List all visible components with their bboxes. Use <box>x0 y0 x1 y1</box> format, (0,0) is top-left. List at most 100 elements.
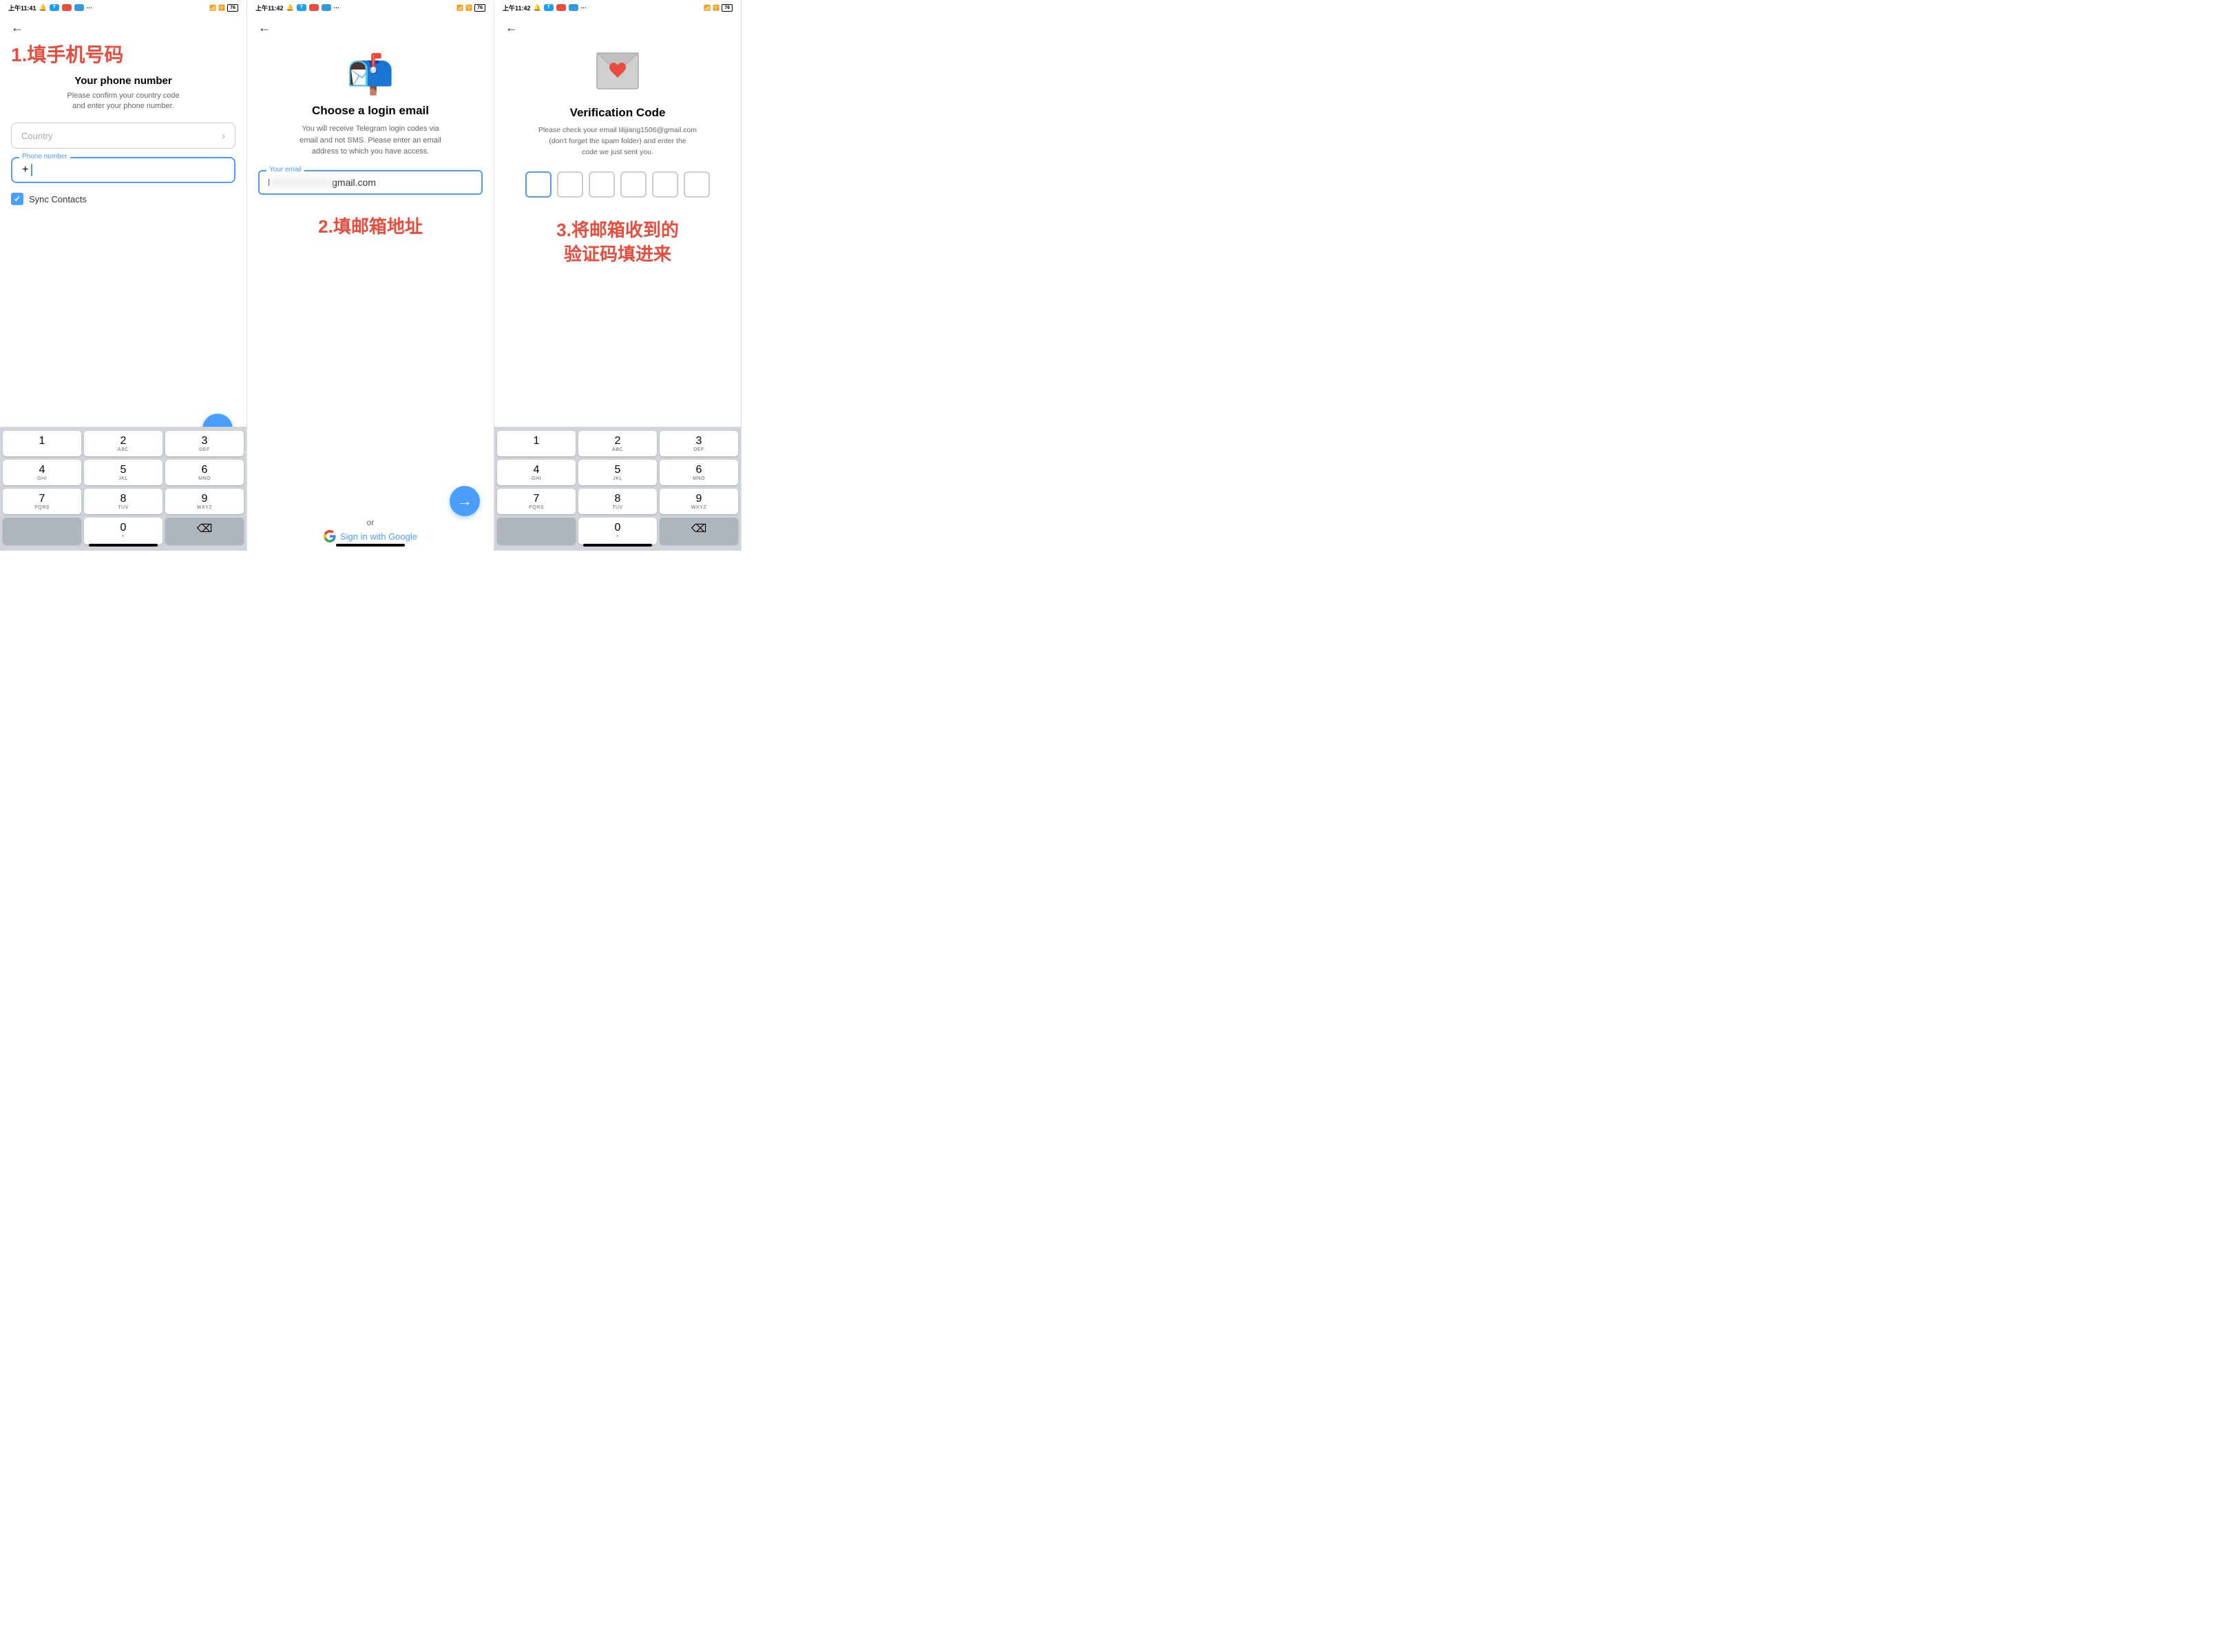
key-6[interactable]: 6MNO <box>165 460 244 485</box>
key-3-9[interactable]: 9WXYZ <box>660 489 738 514</box>
more-dots: ··· <box>87 5 92 11</box>
key-7[interactable]: 7PQRS <box>3 489 81 514</box>
email-screen-desc: You will receive Telegram login codes vi… <box>247 123 494 158</box>
telegram-icon-3: T <box>544 4 554 11</box>
phone-number-input-wrap[interactable]: Phone number + <box>11 157 235 183</box>
or-divider: or <box>367 518 375 527</box>
email-suffix: gmail.com <box>332 177 376 188</box>
key-9[interactable]: 9WXYZ <box>165 489 244 514</box>
home-indicator-3 <box>583 544 652 547</box>
alarm-icon-3: 🔔 <box>534 4 541 12</box>
key-0[interactable]: 0+ <box>84 518 162 544</box>
more-dots-2: ··· <box>334 5 339 11</box>
phone-number-section: Your phone number Please confirm your co… <box>0 75 246 193</box>
key-row-1: 1 2ABC 3DEF <box>3 431 244 456</box>
key-3-0[interactable]: 0+ <box>578 518 657 544</box>
email-value: l gmail.com <box>268 177 473 188</box>
key-3-empty <box>497 518 576 544</box>
key-row-3-4: 0+ ⌫ <box>497 518 738 544</box>
verification-title: Verification Code <box>494 106 741 120</box>
code-box-4[interactable] <box>620 171 647 198</box>
email-blurred <box>270 178 332 187</box>
home-indicator-2 <box>336 544 405 547</box>
telegram-icon-2: T <box>297 4 306 11</box>
back-button-3[interactable]: ← <box>505 21 518 35</box>
signal-icon: 📶 <box>209 5 216 11</box>
phone-field-label: Phone number <box>19 153 70 160</box>
status-time-1: 上午11:41 🔔 T ··· <box>8 3 92 12</box>
battery-icon-2: 76 <box>474 4 485 12</box>
wifi-icon-3: 🛜 <box>713 5 720 11</box>
code-box-1[interactable] <box>525 171 552 198</box>
key-3-1[interactable]: 1 <box>497 431 576 456</box>
chevron-right-icon: › <box>222 130 225 141</box>
key-3-6[interactable]: 6MNO <box>660 460 738 485</box>
alarm-icon: 🔔 <box>39 4 47 12</box>
key-3-7[interactable]: 7PQRS <box>497 489 576 514</box>
next-button-2[interactable]: → <box>450 486 480 516</box>
sync-contacts-row[interactable]: Sync Contacts <box>0 193 246 205</box>
battery-icon-3: 76 <box>722 4 733 12</box>
back-button-1[interactable]: ← <box>11 21 23 35</box>
key-row-4: 0+ ⌫ <box>3 518 244 544</box>
nav-bar-3: ← <box>494 15 741 38</box>
key-row-3-3: 7PQRS 8TUV 9WXYZ <box>497 489 738 514</box>
google-text: Sign in with Google <box>340 531 417 542</box>
key-3-8[interactable]: 8TUV <box>578 489 657 514</box>
email-screen-title: Choose a login email <box>247 104 494 118</box>
key-row-3: 7PQRS 8TUV 9WXYZ <box>3 489 244 514</box>
key-row-2: 4GHI 5JKL 6MNO <box>3 460 244 485</box>
key-row-3-2: 4GHI 5JKL 6MNO <box>497 460 738 485</box>
key-2[interactable]: 2ABC <box>84 431 162 456</box>
code-box-6[interactable] <box>684 171 710 198</box>
app-icon-2 <box>74 4 84 11</box>
screen-login-email: 上午11:42 🔔 T ··· 📶 🛜 76 ← 📬 Choose a logi… <box>247 0 494 551</box>
code-box-2[interactable] <box>557 171 583 198</box>
love-letter-icon <box>494 38 741 106</box>
keyboard-1: 1 2ABC 3DEF 4GHI 5JKL 6MNO 7PQRS 8TUV 9W… <box>0 427 246 551</box>
key-3-4[interactable]: 4GHI <box>497 460 576 485</box>
signal-icon-3: 📶 <box>704 5 711 11</box>
sync-checkbox[interactable] <box>11 193 23 205</box>
key-1[interactable]: 1 <box>3 431 81 456</box>
country-selector[interactable]: Country › <box>11 123 235 149</box>
nav-bar-2: ← <box>247 15 494 38</box>
key-3[interactable]: 3DEF <box>165 431 244 456</box>
step2-annotation: 2.填邮箱地址 <box>247 195 494 239</box>
key-3-3[interactable]: 3DEF <box>660 431 738 456</box>
home-indicator-1 <box>89 544 158 547</box>
phone-input-row: + <box>22 164 224 176</box>
status-indicators-2: 📶 🛜 76 <box>456 4 485 12</box>
key-3-2[interactable]: 2ABC <box>578 431 657 456</box>
email-field-label: Your email <box>266 166 304 173</box>
alarm-icon-2: 🔔 <box>286 4 294 12</box>
email-input-wrap[interactable]: Your email l gmail.com <box>258 170 483 195</box>
app-icon-3 <box>309 4 319 11</box>
mailbox-icon: 📬 <box>247 38 494 104</box>
screen-verification: 上午11:42 🔔 T ··· 📶 🛜 76 ← Verification Co… <box>494 0 742 551</box>
key-3-5[interactable]: 5JKL <box>578 460 657 485</box>
key-3-backspace[interactable]: ⌫ <box>660 518 738 544</box>
app-icon-4 <box>322 4 331 11</box>
app-icon-1 <box>62 4 72 11</box>
signal-icon-2: 📶 <box>456 5 463 11</box>
code-box-5[interactable] <box>652 171 678 198</box>
status-time-2: 上午11:42 🔔 T ··· <box>255 3 339 12</box>
nav-bar-1: ← <box>0 15 246 38</box>
app-icon-5 <box>556 4 566 11</box>
key-4[interactable]: 4GHI <box>3 460 81 485</box>
step3-annotation: 3.将邮箱收到的验证码填进来 <box>494 211 741 266</box>
status-bar-2: 上午11:42 🔔 T ··· 📶 🛜 76 <box>247 0 494 15</box>
keyboard-3: 1 2ABC 3DEF 4GHI 5JKL 6MNO 7PQRS 8TUV 9W… <box>494 427 741 551</box>
code-box-3[interactable] <box>589 171 615 198</box>
google-signin-button[interactable]: Sign in with Google <box>324 530 417 542</box>
google-icon <box>324 530 336 542</box>
back-button-2[interactable]: ← <box>258 21 271 35</box>
key-backspace[interactable]: ⌫ <box>165 518 244 544</box>
sync-label: Sync Contacts <box>29 194 87 204</box>
key-5[interactable]: 5JKL <box>84 460 162 485</box>
key-8[interactable]: 8TUV <box>84 489 162 514</box>
status-time-3: 上午11:42 🔔 T ··· <box>503 3 587 12</box>
wifi-icon-2: 🛜 <box>465 5 472 11</box>
status-indicators-3: 📶 🛜 76 <box>704 4 733 12</box>
